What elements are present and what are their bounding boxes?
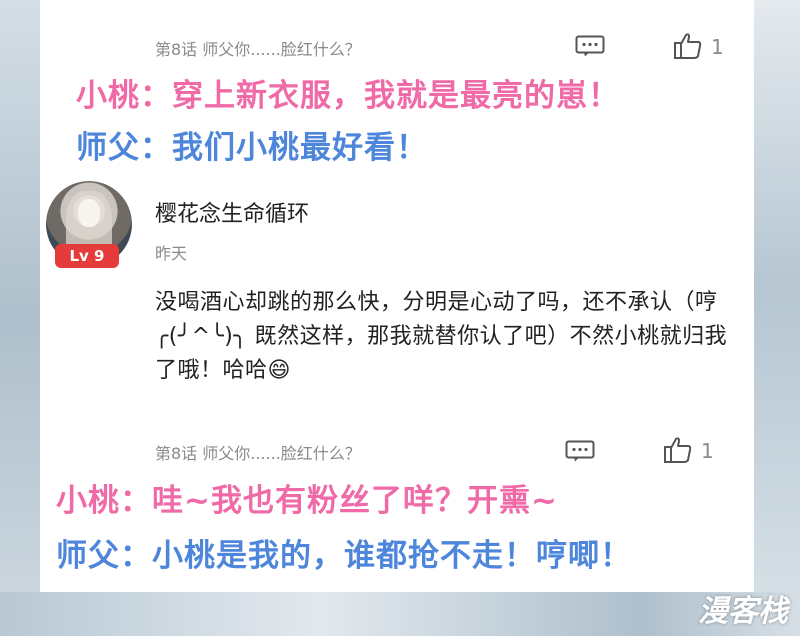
username[interactable]: 樱花念生命循环 <box>155 196 309 228</box>
timestamp: 昨天 <box>155 244 188 263</box>
background-right <box>754 0 800 636</box>
avatar-face <box>78 199 100 227</box>
chapter-link[interactable]: 第8话 师父你......脸红什么？ <box>155 440 361 464</box>
chapter-link[interactable]: 第8话 师父你......脸红什么？ <box>155 36 361 60</box>
like-count: 1 <box>701 439 714 463</box>
watermark-logo: 漫客栈 <box>698 594 788 629</box>
thumbs-up-icon[interactable] <box>663 436 693 464</box>
comment-text: 没喝酒心却跳的那么快，分明是心动了吗，还不承认（哼 ╭(╯^╰)╮ 既然这样，那… <box>155 290 728 383</box>
caption-xiaotao-2: 小桃：哇~我也有粉丝了咩？开熏~ <box>56 483 558 519</box>
background-bottom <box>0 592 800 636</box>
comment-panel: 第8话 师父你......脸红什么？ 1 小桃：穿上新衣服，我就是最亮的崽！ 师… <box>40 0 754 592</box>
like-count: 1 <box>711 35 724 59</box>
comment-meta-row: 第8话 师父你......脸红什么？ 1 <box>155 32 725 62</box>
caption-shifu-2: 师父：小桃是我的，谁都抢不走！哼唧！ <box>56 538 632 574</box>
comment-icon[interactable] <box>565 440 595 462</box>
caption-shifu-1: 师父：我们小桃最好看！ <box>76 130 428 166</box>
caption-xiaotao-1: 小桃：穿上新衣服，我就是最亮的崽！ <box>76 78 620 114</box>
comment-icon[interactable] <box>575 35 605 57</box>
background-left <box>0 0 40 636</box>
level-badge: Lv 9 <box>55 244 119 268</box>
thumbs-up-icon[interactable] <box>673 32 703 60</box>
comment-meta-row: 第8话 师父你......脸红什么？ 1 <box>155 436 725 466</box>
